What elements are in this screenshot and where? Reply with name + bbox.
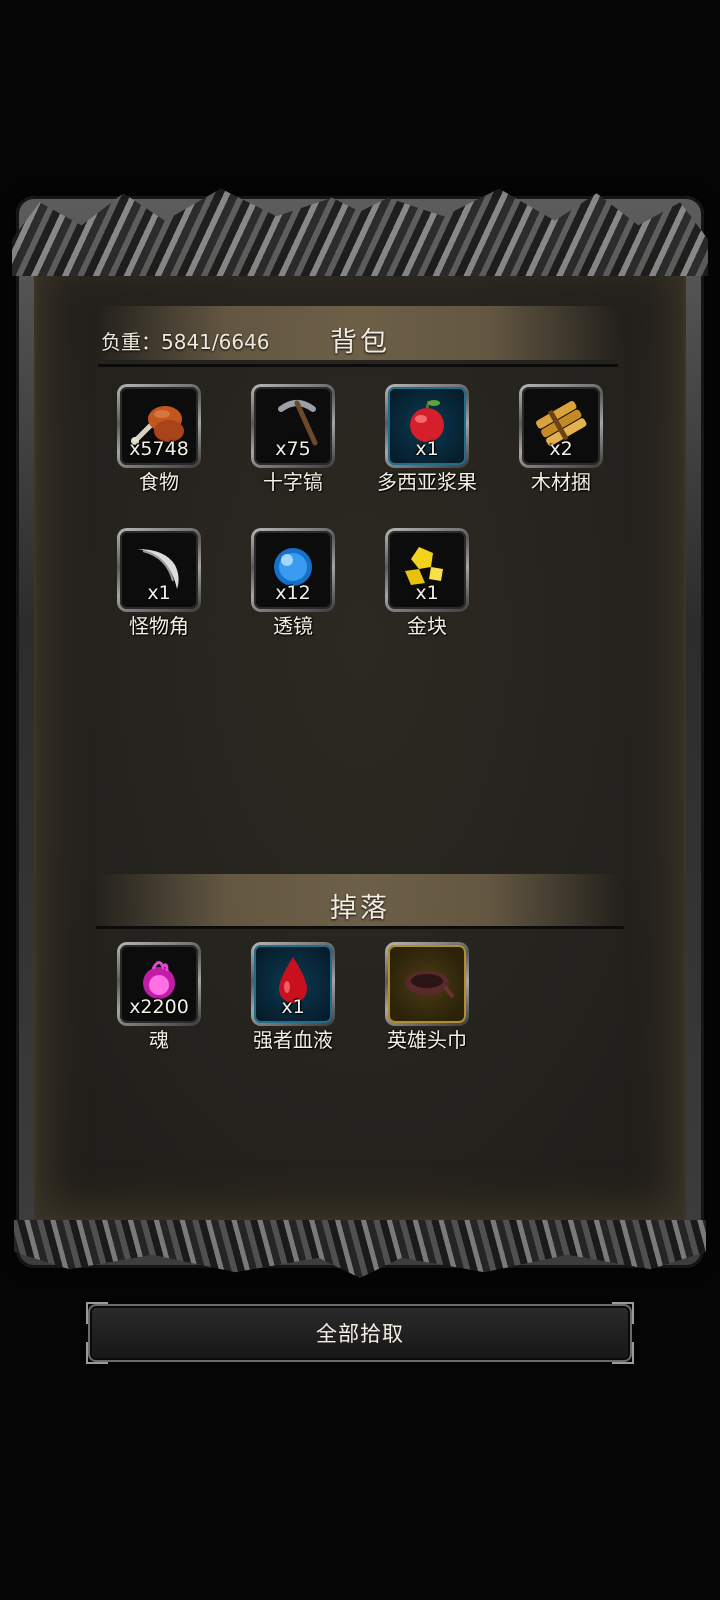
item-slot-monster-horn[interactable]: x1 怪物角 bbox=[117, 528, 201, 638]
carry-weight-label: 负重：5841/6646 bbox=[101, 330, 270, 354]
button-corner-ornament bbox=[86, 1342, 108, 1364]
item-name: 金块 bbox=[407, 614, 447, 638]
drops-title: 掉落 bbox=[330, 893, 390, 924]
item-quantity: x1 bbox=[415, 582, 439, 604]
pick-all-label: 全部拾取 bbox=[316, 1322, 404, 1346]
drop-slot-hero-headband[interactable]: 英雄头巾 bbox=[385, 942, 469, 1052]
item-slot-wood-bundle[interactable]: x2 木材捆 bbox=[519, 384, 603, 494]
button-corner-ornament bbox=[612, 1342, 634, 1364]
hero-headband-icon bbox=[405, 970, 455, 999]
backpack-header-divider bbox=[98, 364, 618, 367]
item-name: 英雄头巾 bbox=[387, 1028, 467, 1052]
item-slot-pickaxe[interactable]: x75 十字镐 bbox=[251, 384, 335, 494]
button-corner-ornament bbox=[86, 1302, 108, 1324]
item-quantity: x1 bbox=[147, 582, 171, 604]
item-slot-food[interactable]: x5748 食物 bbox=[117, 384, 201, 494]
item-quantity: x2200 bbox=[129, 996, 189, 1018]
drop-slot-blood[interactable]: x1 强者血液 bbox=[251, 942, 335, 1052]
item-slot-gold-nugget[interactable]: x1 金块 bbox=[385, 528, 469, 638]
pick-all-button[interactable]: 全部拾取 bbox=[86, 1302, 634, 1364]
item-quantity: x5748 bbox=[129, 438, 189, 460]
item-quantity: x1 bbox=[281, 996, 305, 1018]
item-slot-berry[interactable]: x1 多西亚浆果 bbox=[377, 384, 477, 494]
frame-bottom-ornament bbox=[14, 1220, 706, 1278]
item-quantity: x75 bbox=[275, 438, 311, 460]
item-name: 木材捆 bbox=[531, 470, 591, 494]
button-corner-ornament bbox=[612, 1302, 634, 1324]
item-quantity: x1 bbox=[415, 438, 439, 460]
drops-header-divider bbox=[96, 926, 624, 929]
drop-slot-soul[interactable]: x2200 魂 bbox=[117, 942, 201, 1052]
backpack-title: 背包 bbox=[330, 327, 390, 358]
item-slot-lens[interactable]: x12 透镜 bbox=[251, 528, 335, 638]
item-quantity: x12 bbox=[275, 582, 311, 604]
item-quantity: x2 bbox=[549, 438, 573, 460]
